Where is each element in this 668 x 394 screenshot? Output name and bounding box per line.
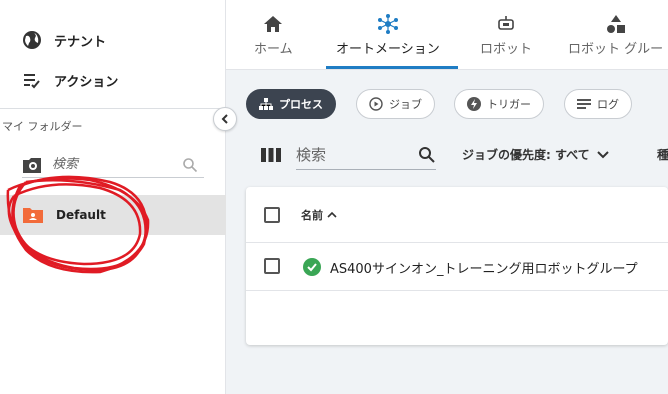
- row-checkbox[interactable]: [264, 258, 280, 274]
- globe-icon: [23, 31, 41, 49]
- tab-home[interactable]: ホーム: [254, 0, 293, 70]
- checklist-icon: [24, 74, 40, 89]
- job-priority-filter[interactable]: ジョブの優先度: すべて: [462, 146, 610, 163]
- chip-label: プロセス: [279, 98, 323, 111]
- filter-label: ジョブの優先度: すべて: [462, 148, 590, 162]
- chip-label: トリガー: [487, 98, 531, 111]
- sidebar-item-label: テナント: [54, 34, 107, 50]
- collapse-sidebar-button[interactable]: [213, 107, 237, 131]
- folders-heading: マイ フォルダー: [2, 120, 83, 133]
- tab-robots[interactable]: ロボット: [480, 0, 532, 70]
- chip-logs[interactable]: ログ: [564, 89, 632, 119]
- chip-processes[interactable]: プロセス: [246, 89, 336, 119]
- active-tab-indicator: [326, 66, 458, 69]
- process-table: 名前 AS400サインオン_トレーニング用ロボットグループ: [246, 187, 668, 345]
- columns-icon[interactable]: [260, 146, 282, 164]
- search-icon[interactable]: [418, 146, 436, 164]
- sidebar: テナント アクション マイ フォルダー Default: [0, 0, 226, 394]
- table-search[interactable]: [296, 140, 436, 170]
- success-check-icon: [303, 258, 321, 276]
- column-header-name[interactable]: 名前: [301, 207, 337, 223]
- sidebar-divider: [0, 108, 226, 109]
- chip-label: ログ: [597, 98, 619, 111]
- folder-search-input[interactable]: [52, 157, 172, 172]
- robot-groups-icon: [606, 15, 625, 33]
- folder-camera-icon: [23, 157, 41, 173]
- sidebar-item-label: アクション: [54, 74, 119, 90]
- chip-triggers[interactable]: トリガー: [454, 89, 544, 119]
- sort-ascending-icon: [327, 211, 337, 218]
- tab-automation[interactable]: オートメーション: [336, 0, 440, 70]
- table-search-input[interactable]: [296, 145, 406, 164]
- play-circle-icon: [369, 97, 383, 111]
- process-tree-icon: [259, 98, 273, 110]
- select-all-checkbox[interactable]: [264, 207, 280, 223]
- lightning-icon: [467, 97, 481, 111]
- table-row[interactable]: AS400サインオン_トレーニング用ロボットグループ: [246, 243, 668, 291]
- chevron-left-icon: [221, 114, 228, 124]
- main-content: プロセス ジョブ トリガー ログ ジョブの優先度: すべて 種 名前: [226, 70, 668, 394]
- folder-search[interactable]: [22, 152, 204, 178]
- tab-label: ロボット: [480, 42, 533, 57]
- chevron-down-icon: [596, 150, 609, 158]
- column-label: 名前: [301, 209, 323, 222]
- folder-label: Default: [56, 208, 106, 222]
- home-icon: [264, 16, 283, 32]
- chip-label: ジョブ: [389, 98, 422, 111]
- sidebar-item-actions[interactable]: アクション: [22, 68, 118, 92]
- tab-label: ロボット グルー: [568, 42, 664, 57]
- list-lines-icon: [577, 99, 591, 109]
- tab-robot-groups[interactable]: ロボット グルー: [568, 0, 663, 70]
- automation-icon: [377, 14, 398, 34]
- personal-folder-icon: [23, 208, 43, 223]
- tab-label: ホーム: [254, 42, 293, 57]
- robot-icon: [498, 16, 514, 30]
- chip-jobs[interactable]: ジョブ: [356, 89, 435, 119]
- next-filter-fragment[interactable]: 種: [657, 146, 668, 163]
- table-toolbar: ジョブの優先度: すべて 種: [226, 140, 668, 170]
- search-icon[interactable]: [182, 157, 198, 173]
- table-header: 名前: [246, 187, 668, 243]
- tab-label: オートメーション: [336, 42, 440, 57]
- process-name: AS400サインオン_トレーニング用ロボットグループ: [330, 262, 638, 277]
- folder-item-default[interactable]: Default: [0, 195, 226, 235]
- sidebar-item-tenant[interactable]: テナント: [22, 28, 106, 52]
- top-navigation: ホーム オートメーション ロボット ロボット グルー: [226, 0, 668, 70]
